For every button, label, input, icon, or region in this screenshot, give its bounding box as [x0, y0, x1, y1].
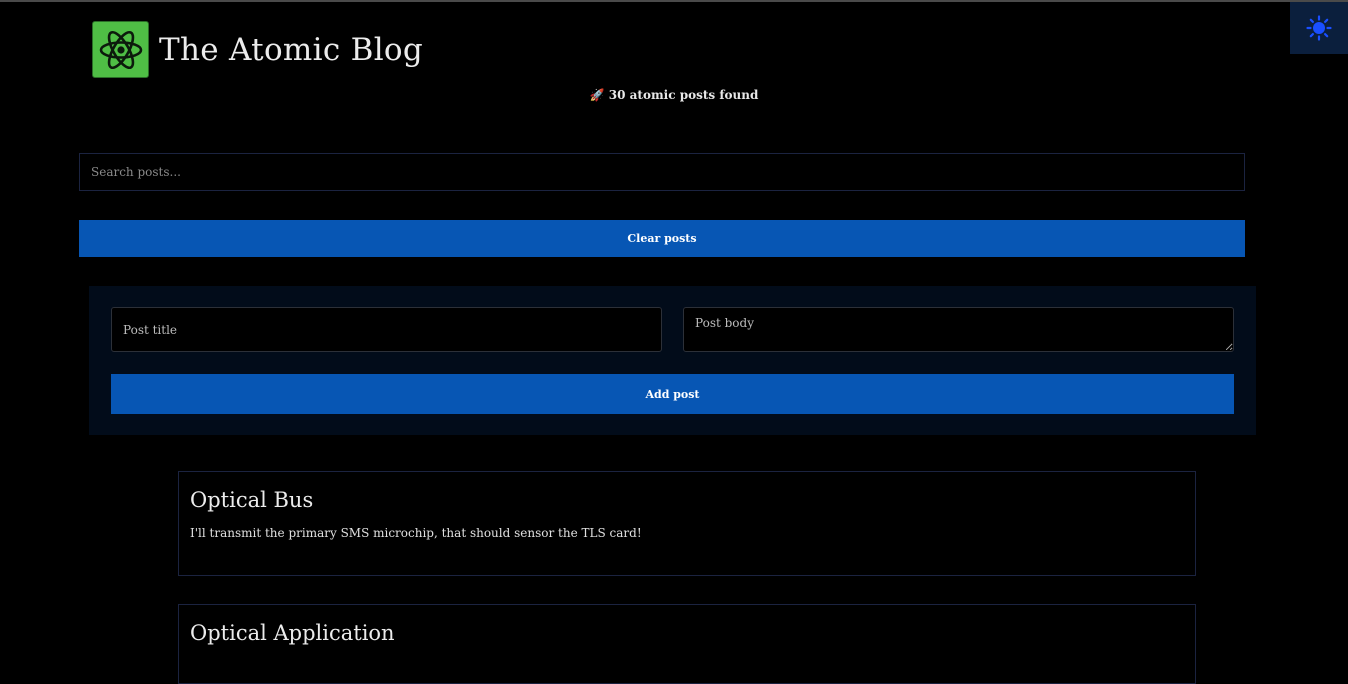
- atom-icon: [99, 30, 142, 69]
- post-body: I'll transmit the primary SMS microchip,…: [190, 526, 642, 540]
- site-title: The Atomic Blog: [159, 31, 424, 68]
- post-body-textarea[interactable]: [683, 307, 1234, 352]
- theme-toggle-button[interactable]: [1290, 2, 1348, 54]
- post-title: Optical Bus: [190, 488, 314, 512]
- clear-posts-button[interactable]: Clear posts: [79, 220, 1245, 257]
- sun-icon: [1306, 15, 1332, 41]
- site-logo: [92, 21, 149, 78]
- rocket-icon: 🚀: [589, 88, 605, 102]
- top-rule: [0, 0, 1348, 2]
- post-count-text: 30 atomic posts found: [608, 88, 759, 102]
- search-input[interactable]: [79, 153, 1245, 191]
- post-card: Optical Application: [178, 604, 1196, 684]
- post-card: Optical Bus I'll transmit the primary SM…: [178, 471, 1196, 576]
- add-post-button[interactable]: Add post: [111, 374, 1234, 414]
- add-post-form: Add post: [89, 286, 1256, 435]
- post-title-input[interactable]: [111, 307, 662, 352]
- site-header: The Atomic Blog: [92, 21, 423, 78]
- post-title: Optical Application: [190, 621, 395, 645]
- post-count-status: 🚀 30 atomic posts found: [0, 88, 1348, 102]
